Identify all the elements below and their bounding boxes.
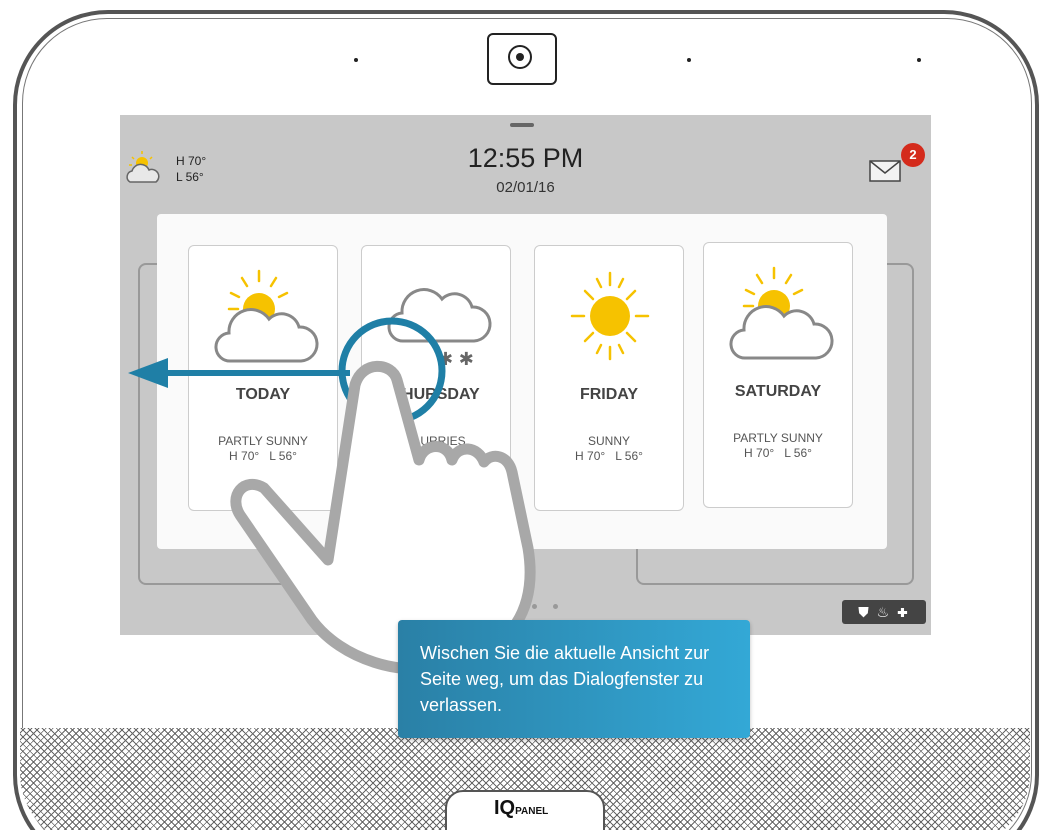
brand-panel: PANEL [515, 806, 549, 817]
weather-forecast-dialog: TODAY PARTLY SUNNY H 70° L 56° ✱ ✱ THURS… [157, 214, 887, 549]
device-frame: IQPANEL H 70° L 56° 12:55 PM 02/01/16 2 [0, 0, 1043, 830]
forecast-condition: FLURRIES [406, 434, 466, 448]
forecast-temps: H 70° L 56° [535, 449, 683, 463]
partly-sunny-icon [729, 266, 834, 360]
clock-time: 12:55 PM [467, 143, 584, 173]
partly-sunny-icon [214, 269, 319, 363]
forecast-condition: PARTLY SUNNY [218, 434, 308, 448]
camera-icon [487, 33, 557, 85]
sensor-dot [354, 58, 358, 62]
page-dot[interactable] [532, 604, 537, 609]
tooltip-text: Wischen Sie die aktuelle Ansicht zur Sei… [420, 643, 710, 715]
clock-date: 02/01/16 [496, 179, 555, 196]
sensor-dot [917, 58, 921, 62]
forecast-high: H 70° [575, 449, 606, 463]
forecast-card: SATURDAY PARTLY SUNNY H 70° L 56° [703, 242, 853, 508]
forecast-low: L 56° [784, 446, 812, 460]
page-dot[interactable] [511, 604, 516, 609]
page-dot[interactable] [490, 604, 495, 609]
page-dot-active[interactable] [469, 604, 474, 609]
panel-screen: H 70° L 56° 12:55 PM 02/01/16 2 ⛊ ♨ ✚ TO… [120, 115, 931, 635]
envelope-icon[interactable] [869, 160, 901, 182]
forecast-high: H 70° [402, 449, 433, 463]
sensor-dot [687, 58, 691, 62]
forecast-temps: H 70° L 56° [704, 446, 852, 460]
forecast-high: H 70° [229, 449, 260, 463]
sunny-icon [570, 271, 650, 361]
forecast-condition: SUNNY [587, 434, 630, 448]
forecast-high: H 70° [744, 446, 775, 460]
message-count-badge: 2 [901, 143, 925, 167]
forecast-card: ✱ ✱ THURSDAY FLURRIES H 70° L 56° [361, 245, 511, 511]
emergency-button[interactable]: ⛊ ♨ ✚ [842, 600, 926, 624]
pull-down-handle[interactable] [510, 123, 534, 127]
svg-text:✱ ✱: ✱ ✱ [438, 349, 474, 370]
page-dot[interactable] [553, 604, 558, 609]
forecast-day: TODAY [235, 386, 291, 403]
forecast-card: TODAY PARTLY SUNNY H 70° L 56° [188, 245, 338, 511]
forecast-card: FRIDAY SUNNY H 70° L 56° [534, 245, 684, 511]
forecast-temps: H 70° L 56° [362, 449, 510, 463]
forecast-low: L 56° [269, 449, 297, 463]
forecast-condition: PARTLY SUNNY [733, 431, 823, 445]
forecast-low: L 56° [615, 449, 643, 463]
brand-logo: IQPANEL [494, 797, 548, 820]
swipe-hint-tooltip: Wischen Sie die aktuelle Ansicht zur Sei… [398, 620, 750, 738]
forecast-low: L 56° [442, 449, 470, 463]
flurries-icon: ✱ ✱ [387, 288, 492, 370]
forecast-day: SATURDAY [734, 383, 822, 400]
forecast-day: THURSDAY [392, 386, 480, 403]
brand-iq: IQ [494, 797, 516, 819]
forecast-temps: H 70° L 56° [189, 449, 337, 463]
forecast-day: FRIDAY [579, 386, 639, 403]
